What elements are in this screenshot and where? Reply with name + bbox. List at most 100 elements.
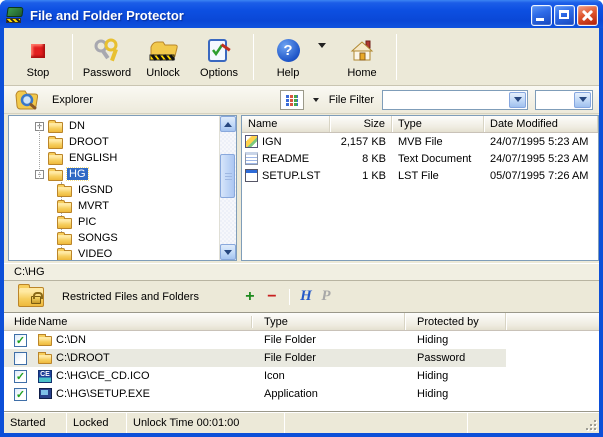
status-empty-panel [285, 413, 467, 433]
column-header-protected-by[interactable]: Protected by [405, 313, 506, 330]
tree-item-label[interactable]: ENGLISH [67, 152, 119, 164]
item-type-icon [38, 370, 52, 383]
hide-checkbox[interactable] [14, 334, 27, 347]
status-bar: Started Locked Unlock Time 00:01:00 [4, 412, 599, 433]
tree-item[interactable]: ENGLISH [9, 150, 219, 166]
extension-filter-dropdown-button[interactable] [574, 92, 591, 108]
chevron-up-icon [224, 122, 232, 127]
maximize-button[interactable] [554, 5, 575, 26]
tree-item-label[interactable]: HG [67, 168, 88, 180]
folder-tree[interactable]: + DN DROOT ENGLISH - [9, 116, 219, 260]
tree-item-label[interactable]: PIC [76, 216, 98, 228]
tree-item-label[interactable]: DN [67, 120, 87, 132]
view-grid-icon [286, 94, 298, 106]
hide-mode-button[interactable]: H [296, 288, 316, 305]
restricted-row[interactable]: C:\DN File Folder Hiding [4, 331, 599, 349]
column-header-name[interactable]: Name [242, 116, 330, 132]
view-mode-button[interactable] [280, 90, 304, 110]
file-type-icon [245, 169, 258, 182]
tree-item[interactable]: PIC [9, 214, 219, 230]
hide-checkbox[interactable] [14, 388, 27, 401]
file-type: LST File [392, 170, 484, 182]
resize-grip[interactable] [585, 419, 597, 431]
column-header-name[interactable]: Name [34, 316, 252, 328]
remove-item-button[interactable]: − [261, 288, 283, 306]
tree-scrollbar[interactable] [219, 116, 236, 260]
folder-icon [57, 202, 72, 213]
options-label: Options [200, 67, 238, 79]
help-icon: ? [277, 39, 300, 62]
tree-item[interactable]: IGSND [9, 182, 219, 198]
help-dropdown-arrow-icon[interactable] [318, 43, 326, 48]
file-list-body: IGN 2,157 KB MVB File 24/07/1995 5:23 AM… [242, 133, 598, 184]
restricted-table-header: Hide Name Type Protected by [4, 313, 599, 331]
stop-button[interactable]: Stop [10, 31, 66, 83]
scrollbar-thumb[interactable] [220, 154, 235, 198]
item-protected-by: Hiding [405, 388, 506, 400]
restricted-row[interactable]: C:\HG\CE_CD.ICO Icon Hiding [4, 367, 599, 385]
help-label: Help [277, 67, 300, 79]
toolbar-separator [72, 34, 73, 80]
file-filter-dropdown-button[interactable] [509, 92, 526, 108]
view-mode-dropdown-arrow-icon[interactable] [313, 98, 319, 102]
app-window: File and Folder Protector Stop [0, 0, 603, 437]
titlebar[interactable]: File and Folder Protector [0, 0, 603, 28]
tree-item[interactable]: - HG [9, 166, 219, 182]
tree-item[interactable]: SONGS [9, 230, 219, 246]
file-type-icon [245, 135, 258, 148]
file-type: MVB File [392, 136, 484, 148]
restricted-row[interactable]: C:\DROOT File Folder Password [4, 349, 599, 367]
home-label: Home [347, 67, 376, 79]
item-path: C:\HG\CE_CD.ICO [56, 370, 150, 382]
home-button[interactable]: Home [334, 31, 390, 83]
folder-icon [48, 170, 63, 181]
file-date-modified: 24/07/1995 5:23 AM [484, 153, 598, 165]
explorer-label: Explorer [52, 94, 280, 106]
column-header-hide[interactable]: Hide [4, 316, 34, 328]
scroll-down-button[interactable] [220, 244, 236, 260]
tree-item-label[interactable]: VIDEO [76, 248, 114, 260]
stop-icon [31, 44, 45, 58]
chevron-down-icon [514, 97, 522, 102]
locked-folder-icon [18, 287, 44, 307]
status-locked: Locked [67, 413, 126, 433]
minimize-button[interactable] [531, 5, 552, 26]
folder-icon [48, 138, 63, 149]
hide-checkbox[interactable] [14, 352, 27, 365]
item-protected-by: Hiding [405, 370, 506, 382]
close-button[interactable] [577, 5, 598, 26]
tree-item-label[interactable]: DROOT [67, 136, 111, 148]
toolbar: Stop Password [4, 28, 599, 86]
restricted-section-header: Restricted Files and Folders + − H P [4, 281, 599, 312]
file-row[interactable]: SETUP.LST 1 KB LST File 05/07/1995 7:26 … [242, 167, 598, 184]
column-header-size[interactable]: Size [330, 116, 392, 132]
file-filter-combobox[interactable] [382, 90, 528, 110]
tree-item-label[interactable]: MVRT [76, 200, 111, 212]
scrollbar-track[interactable] [220, 132, 236, 244]
add-item-button[interactable]: + [239, 288, 261, 306]
password-mode-button[interactable]: P [316, 288, 336, 305]
tree-item[interactable]: + DN [9, 118, 219, 134]
folder-icon [57, 186, 72, 197]
tree-item[interactable]: MVRT [9, 198, 219, 214]
extension-filter-input[interactable] [536, 94, 573, 106]
tree-item-label[interactable]: IGSND [76, 184, 115, 196]
tree-item[interactable]: DROOT [9, 134, 219, 150]
password-button[interactable]: Password [79, 31, 135, 83]
column-header-date-modified[interactable]: Date Modified [484, 116, 598, 132]
unlock-button[interactable]: Unlock [135, 31, 191, 83]
hide-checkbox[interactable] [14, 370, 27, 383]
column-header-type[interactable]: Type [252, 313, 405, 330]
tree-item-label[interactable]: SONGS [76, 232, 120, 244]
file-row[interactable]: README 8 KB Text Document 24/07/1995 5:2… [242, 150, 598, 167]
file-row[interactable]: IGN 2,157 KB MVB File 24/07/1995 5:23 AM [242, 133, 598, 150]
file-filter-input[interactable] [383, 94, 508, 106]
restricted-row[interactable]: C:\HG\SETUP.EXE Application Hiding [4, 385, 599, 403]
extension-filter-combobox[interactable] [535, 90, 593, 110]
app-icon [6, 7, 26, 24]
column-header-type[interactable]: Type [392, 116, 484, 132]
options-button[interactable]: Options [191, 31, 247, 83]
tree-item[interactable]: VIDEO [9, 246, 219, 260]
help-button[interactable]: ? Help [260, 31, 316, 83]
scroll-up-button[interactable] [220, 116, 236, 132]
